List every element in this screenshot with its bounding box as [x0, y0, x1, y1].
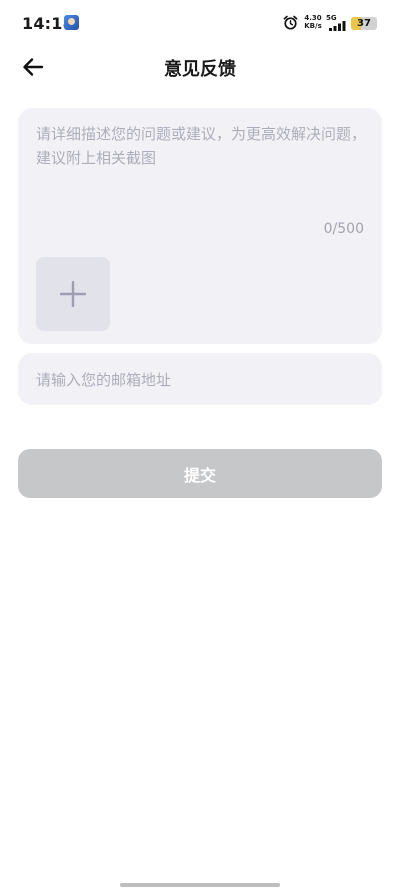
char-counter: 0/500	[323, 221, 364, 237]
battery-level: 37	[357, 18, 371, 29]
submit-button[interactable]: 提交	[18, 449, 382, 498]
email-field[interactable]: 请输入您的邮箱地址	[18, 353, 382, 405]
plus-icon	[60, 281, 86, 307]
signal-indicator: 5G	[326, 15, 348, 31]
feedback-textarea[interactable]: 请详细描述您的问题或建议，为更高效解决问题，建议附上相关截图	[36, 122, 366, 218]
status-bar: 14:18 4.30 KB/s 5G 37	[0, 0, 400, 48]
add-image-button[interactable]	[36, 257, 110, 331]
battery-icon: 37	[351, 17, 377, 30]
network-speed-unit: KB/s	[304, 21, 322, 30]
home-indicator[interactable]	[120, 883, 280, 887]
signal-icon	[329, 21, 346, 31]
page-title: 意见反馈	[164, 59, 236, 80]
network-speed: 4.30 KB/s	[303, 14, 323, 30]
alarm-icon	[283, 15, 298, 30]
app-notification-icon	[64, 15, 79, 30]
feedback-screen: 14:18 4.30 KB/s 5G 37 意见反馈 请详细描述您的问题或建议，…	[0, 0, 400, 889]
